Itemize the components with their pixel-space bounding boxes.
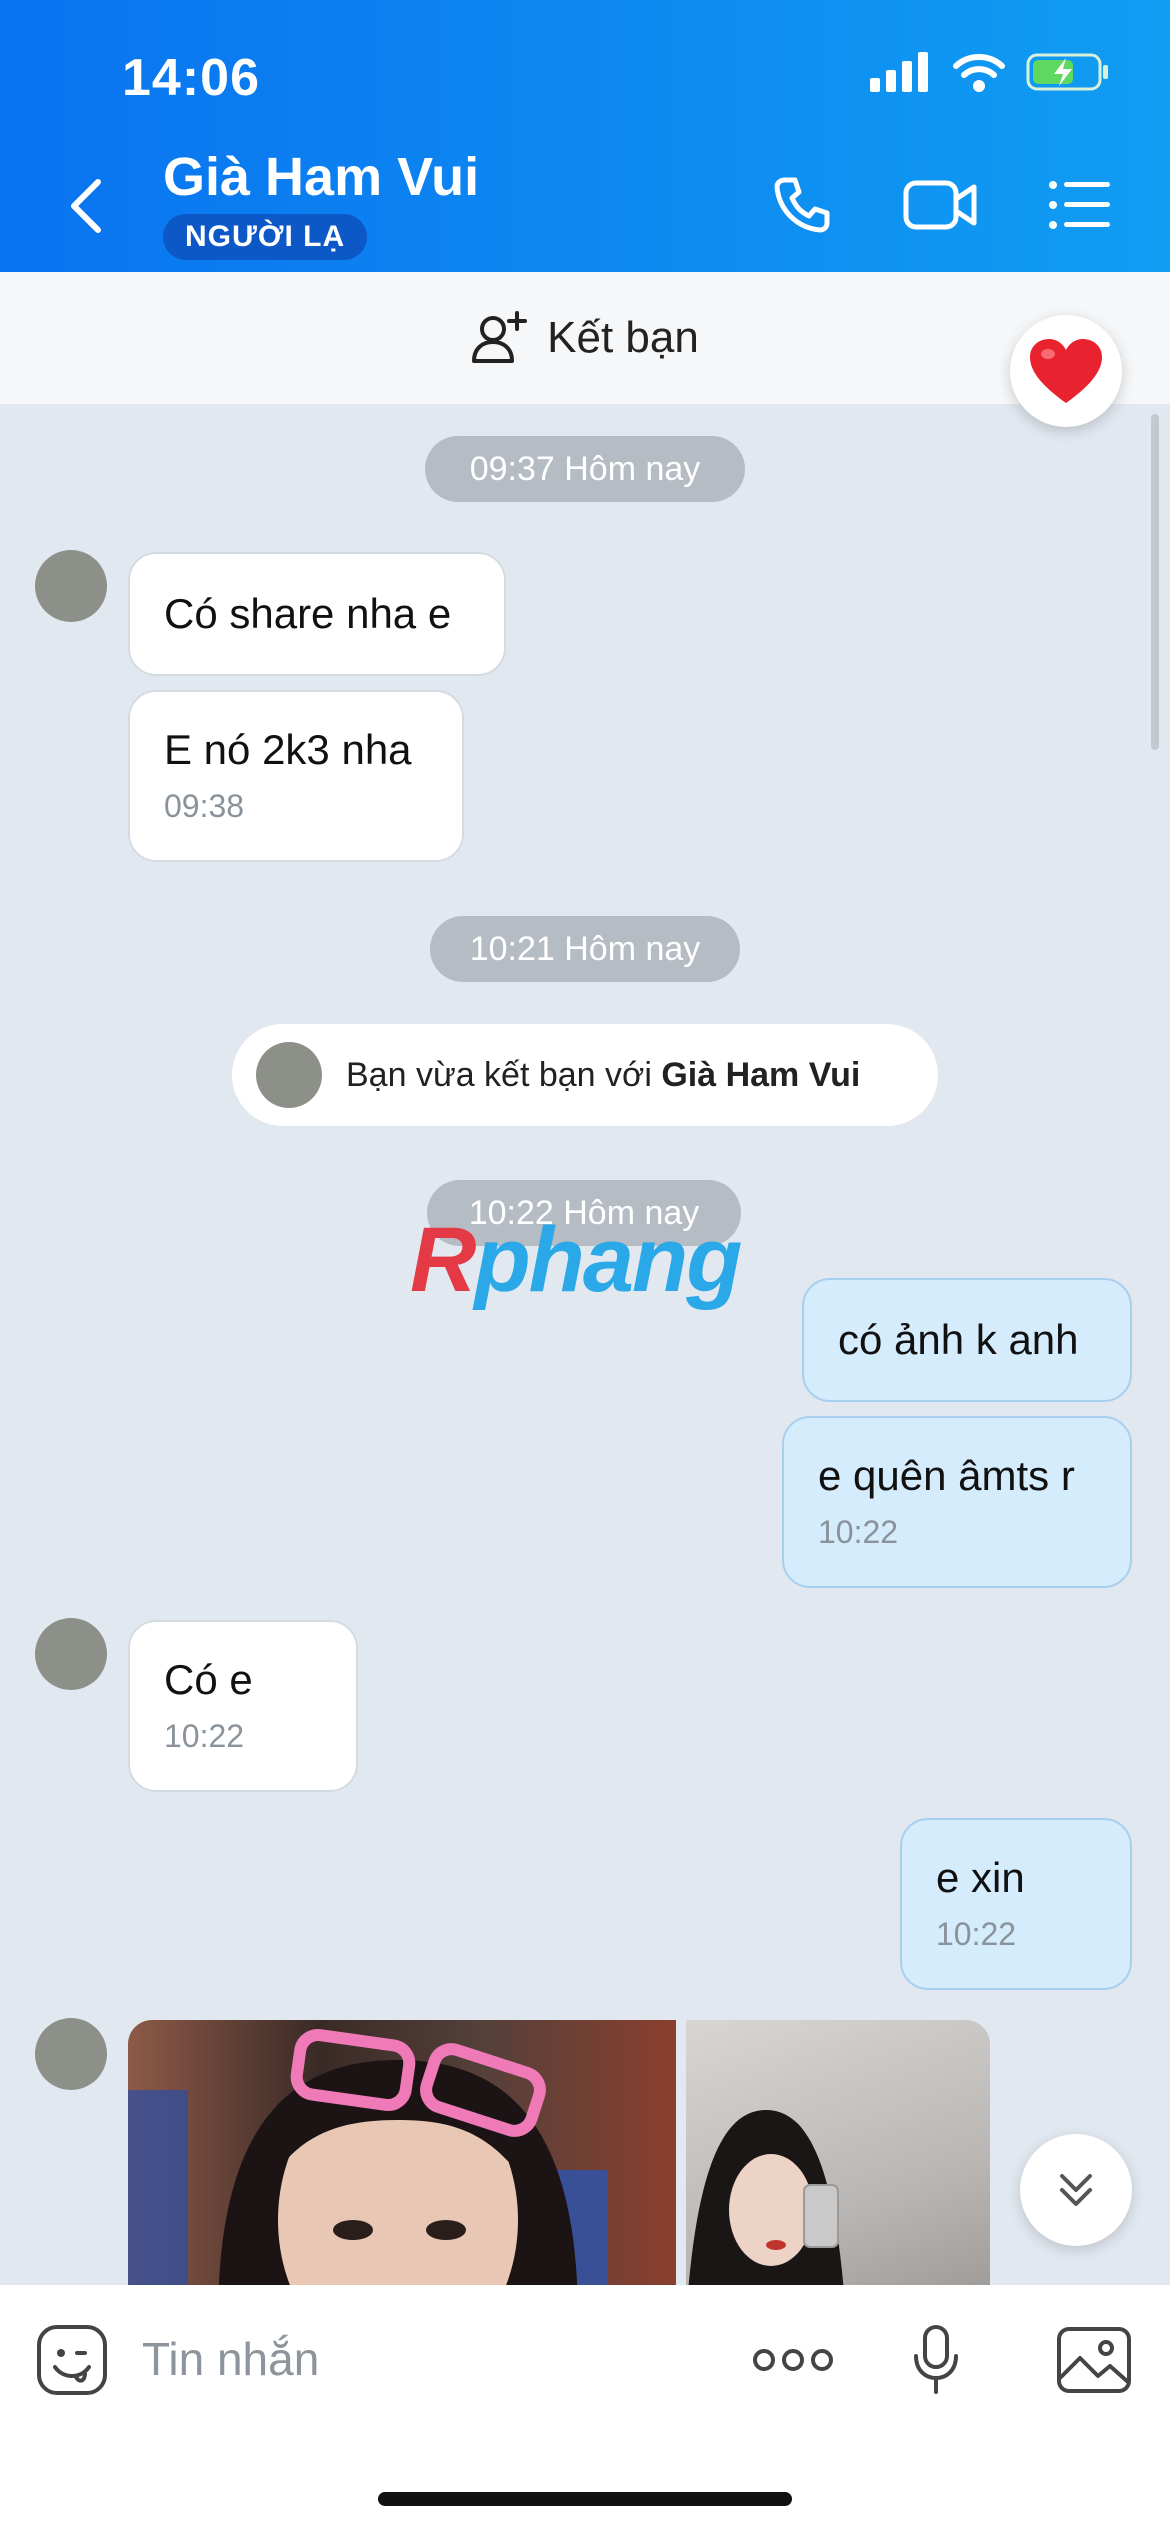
message-time: 09:38 bbox=[164, 788, 245, 824]
microphone-icon bbox=[914, 2325, 958, 2394]
back-button[interactable] bbox=[62, 170, 112, 240]
menu-list-icon bbox=[1049, 181, 1110, 229]
call-button[interactable] bbox=[762, 170, 842, 240]
message-bubble[interactable]: e quên âmts r 10:22 bbox=[782, 1416, 1132, 1588]
message-bubble[interactable]: Có e 10:22 bbox=[128, 1620, 358, 1792]
message-bubble[interactable]: có ảnh k anh bbox=[802, 1278, 1132, 1402]
wifi-icon bbox=[953, 54, 1005, 92]
image-icon bbox=[1057, 2327, 1131, 2393]
status-icons bbox=[870, 52, 1110, 92]
avatar[interactable] bbox=[35, 2018, 107, 2090]
avatar[interactable] bbox=[35, 1618, 107, 1690]
back-icon bbox=[71, 179, 101, 233]
voice-button[interactable] bbox=[896, 2322, 976, 2398]
scroll-down-button[interactable] bbox=[1020, 2134, 1132, 2246]
battery-icon bbox=[1026, 53, 1108, 91]
avatar[interactable] bbox=[35, 550, 107, 622]
message-text: e quên âmts r bbox=[818, 1452, 1075, 1499]
home-indicator[interactable] bbox=[378, 2492, 792, 2506]
more-icon bbox=[753, 2349, 833, 2371]
system-message-text: Bạn vừa kết bạn với Già Ham Vui bbox=[346, 1055, 861, 1094]
scrollbar[interactable] bbox=[1151, 414, 1159, 750]
heart-button[interactable] bbox=[1010, 315, 1122, 427]
add-friend-label: Kết bạn bbox=[547, 313, 699, 362]
image-button[interactable] bbox=[1054, 2322, 1134, 2398]
stranger-badge: NGƯỜI LẠ bbox=[163, 214, 368, 260]
menu-button[interactable] bbox=[1040, 170, 1120, 240]
message-time: 10:22 bbox=[818, 1514, 899, 1550]
photo-mirror-image bbox=[686, 2110, 846, 2320]
signal-icon bbox=[870, 52, 928, 92]
add-friend-icon bbox=[472, 311, 528, 363]
system-message-name: Già Ham Vui bbox=[661, 1055, 861, 1094]
system-message: Bạn vừa kết bạn với Già Ham Vui bbox=[232, 1024, 938, 1126]
more-button[interactable] bbox=[748, 2322, 838, 2398]
status-time: 14:06 bbox=[122, 49, 260, 107]
video-call-button[interactable] bbox=[900, 170, 982, 240]
message-text: Có share nha e bbox=[164, 590, 452, 637]
chat-header: 14:06 Già Ham Vui NGƯỜI LẠ bbox=[0, 0, 1170, 272]
photo-attachment[interactable] bbox=[128, 2020, 676, 2320]
message-time: 10:22 bbox=[936, 1916, 1017, 1952]
time-divider: 09:37 Hôm nay bbox=[425, 436, 745, 502]
message-text: e xin bbox=[936, 1854, 1025, 1901]
message-bubble[interactable]: e xin 10:22 bbox=[900, 1818, 1132, 1990]
message-text: có ảnh k anh bbox=[838, 1316, 1079, 1363]
message-bubble[interactable]: Có share nha e bbox=[128, 552, 506, 676]
photo-selfie-image bbox=[128, 2028, 608, 2320]
message-text: E nó 2k3 nha bbox=[164, 726, 412, 773]
scroll-down-icon bbox=[1060, 2174, 1092, 2206]
phone-icon bbox=[774, 177, 830, 233]
sticker-icon bbox=[37, 2325, 107, 2395]
message-input[interactable]: Tin nhắn bbox=[142, 2332, 319, 2386]
sticker-button[interactable] bbox=[32, 2322, 112, 2398]
contact-name[interactable]: Già Ham Vui bbox=[163, 146, 479, 208]
message-bubble[interactable]: E nó 2k3 nha 09:38 bbox=[128, 690, 464, 862]
heart-icon bbox=[1030, 339, 1102, 403]
message-text: Có e bbox=[164, 1656, 253, 1703]
video-call-icon bbox=[903, 180, 977, 230]
avatar bbox=[256, 1042, 322, 1108]
photo-attachment[interactable] bbox=[686, 2020, 990, 2320]
time-divider: 10:21 Hôm nay bbox=[430, 916, 740, 982]
add-friend-bar[interactable]: Kết bạn bbox=[0, 272, 1170, 404]
message-time: 10:22 bbox=[164, 1718, 245, 1754]
watermark-logo: Rphang bbox=[410, 1209, 742, 1311]
